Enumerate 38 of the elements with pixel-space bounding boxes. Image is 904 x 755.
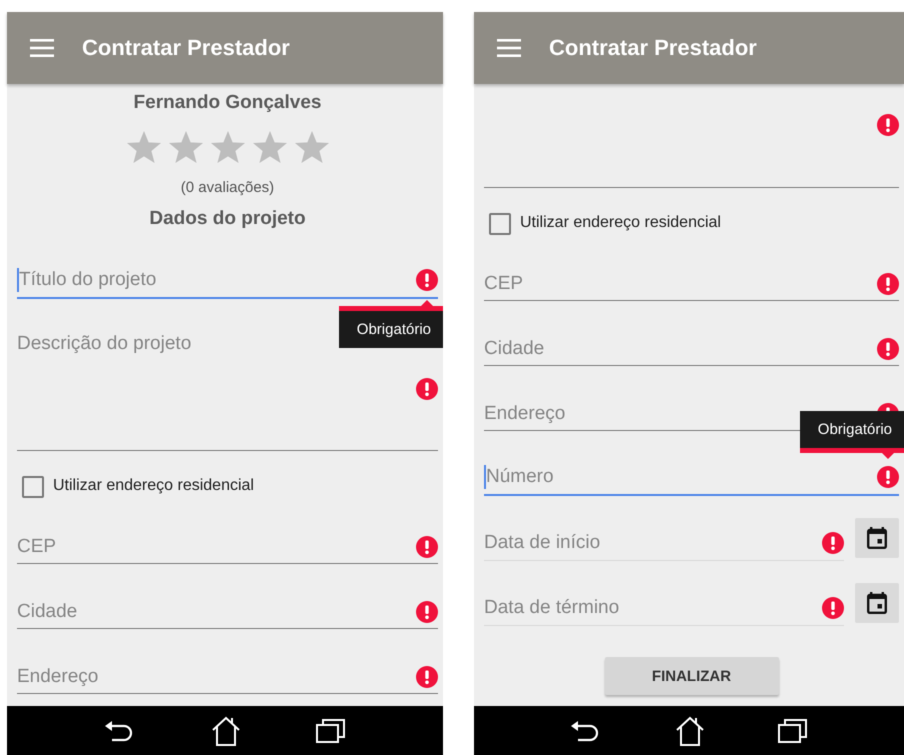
error-tooltip: Obrigatório: [800, 411, 904, 453]
app-title: Contratar Prestador: [82, 35, 290, 61]
star-icon: [168, 129, 204, 165]
home-icon[interactable]: [210, 714, 242, 746]
date-field[interactable]: Data de início: [484, 532, 822, 554]
home-icon[interactable]: [674, 714, 706, 746]
provider-name: Fernando Gonçalves: [132, 91, 322, 115]
text-field[interactable]: CEP: [484, 273, 877, 295]
recent-apps-icon[interactable]: [316, 718, 346, 744]
text-field[interactable]: Cidade: [484, 338, 877, 360]
text-field[interactable]: Número: [486, 466, 877, 488]
text-field[interactable]: CEP: [17, 536, 416, 558]
checkbox[interactable]: [489, 213, 511, 235]
checkbox-label: Utilizar endereço residencial: [520, 213, 721, 233]
section-heading: Dados do projeto: [148, 207, 307, 231]
star-icon: [294, 129, 330, 165]
star-icon: [126, 129, 162, 165]
app-title: Contratar Prestador: [549, 35, 757, 61]
error-tooltip: Obrigatório: [338, 306, 443, 348]
finish-button[interactable]: FINALIZAR: [604, 657, 778, 695]
text-cursor: [17, 268, 19, 292]
star-icon: [210, 129, 246, 165]
text-field[interactable]: Título do projeto: [19, 269, 416, 291]
star-icon: [252, 129, 288, 165]
calendar-button[interactable]: [855, 518, 899, 558]
calendar-icon: [867, 527, 887, 549]
menu-icon[interactable]: [497, 39, 521, 57]
text-field[interactable]: Cidade: [17, 601, 416, 623]
menu-icon[interactable]: [30, 39, 54, 57]
calendar-icon: [867, 592, 887, 614]
calendar-button[interactable]: [855, 583, 899, 623]
checkbox-label: Utilizar endereço residencial: [53, 476, 254, 496]
checkbox[interactable]: [22, 476, 44, 498]
review-count: (0 avaliações): [180, 178, 276, 198]
text-cursor: [484, 465, 486, 489]
date-field[interactable]: Data de término: [484, 597, 822, 619]
recent-apps-icon[interactable]: [778, 718, 808, 744]
text-field[interactable]: Endereço: [17, 666, 416, 688]
